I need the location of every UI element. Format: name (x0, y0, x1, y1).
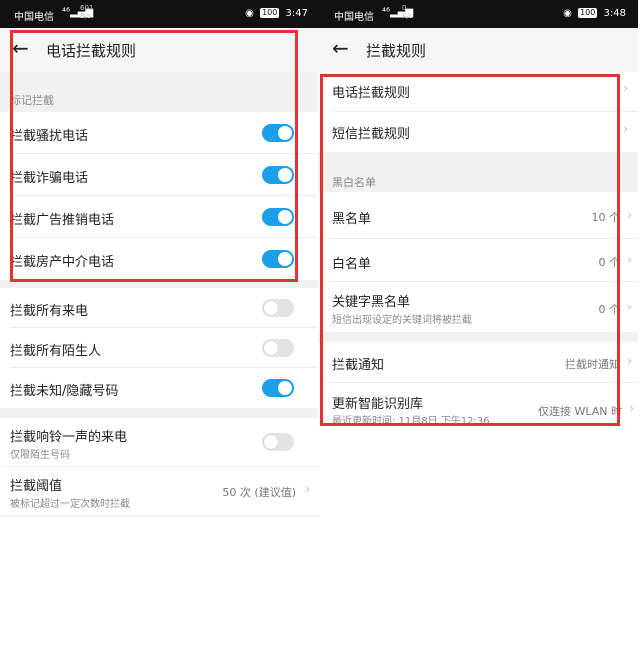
left-screen-lower: 拦截响铃一声的来电 仅限陌生号码 拦截阈值 被标记超过一定次数时拦截 50 次 … (0, 408, 320, 518)
row-label: 拦截所有陌生人 (10, 344, 102, 359)
right-screen: 中国电信 ⁴⁶▂▄▆ 0 K/s ◉ 100 3:48 ← 拦截规则 电话拦截规则… (318, 0, 638, 430)
row-label: 电话拦截规则 (332, 86, 411, 101)
toggle-switch[interactable] (262, 299, 294, 317)
row-label: 拦截骚扰电话 (10, 129, 89, 144)
row-label: 关键字黑名单 (332, 295, 411, 310)
row-sub: 仅限陌生号码 (10, 450, 70, 461)
clock: 3:47 (285, 8, 308, 19)
toggle-row-strangers[interactable]: 拦截所有陌生人 (0, 328, 320, 368)
toggle-switch[interactable] (262, 433, 294, 451)
status-bar: 中国电信 ⁴⁶▂▄▆ 0 K/s ◉ 100 3:48 (318, 0, 638, 28)
threshold-value: 50 次 (建议值) (222, 486, 296, 499)
blacklist-row[interactable]: 黑名单 10 个 › (318, 192, 638, 238)
row-value: 0 个 (598, 303, 621, 316)
notify-row[interactable]: 拦截通知 拦截时通知 › (318, 342, 638, 382)
toggle-switch[interactable] (262, 250, 294, 268)
row-value: 拦截时通知 (565, 358, 620, 371)
toggle-row-ads[interactable]: 拦截广告推销电话 (0, 196, 320, 238)
carrier-text: 中国电信 (334, 12, 374, 23)
row-label: 黑名单 (332, 212, 372, 227)
update-db-row[interactable]: 更新智能识别库 最近更新时间: 11月8日 下午12:36 仅连接 WLAN 时… (318, 383, 638, 430)
toggle-row-fraud[interactable]: 拦截诈骗电话 (0, 154, 320, 196)
row-label: 拦截房产中介电话 (10, 255, 115, 270)
section-header: 标记拦截 (0, 72, 320, 112)
row-label: 拦截响铃一声的来电 (10, 430, 128, 445)
section-gap (0, 408, 320, 418)
row-sub: 被标记超过一定次数时拦截 (10, 499, 130, 510)
rule-row-call[interactable]: 电话拦截规则 › (318, 72, 638, 112)
row-value: 0 个 (598, 256, 621, 269)
section-title: 标记拦截 (10, 94, 54, 107)
row-label: 拦截通知 (332, 358, 385, 373)
row-sub: 短信出现设定的关键词将被拦截 (332, 315, 472, 326)
eye-icon: ◉ (563, 8, 572, 19)
clock: 3:48 (603, 8, 626, 19)
back-arrow-icon[interactable]: ← (12, 38, 29, 58)
toggle-row-ring-once[interactable]: 拦截响铃一声的来电 仅限陌生号码 (0, 418, 320, 466)
chevron-right-icon: › (627, 253, 632, 267)
row-label: 拦截广告推销电话 (10, 213, 115, 228)
chevron-right-icon: › (627, 208, 632, 222)
row-label: 拦截所有来电 (10, 304, 89, 319)
network-speed: 0 K/s (402, 4, 413, 20)
page-title: 拦截规则 (366, 42, 427, 60)
row-value: 10 个 (591, 211, 621, 224)
section-title: 黑白名单 (332, 176, 376, 189)
chevron-right-icon: › (627, 300, 632, 314)
toggle-switch[interactable] (262, 166, 294, 184)
network-speed: 601 B/s (80, 4, 94, 20)
battery-icon: 100 (578, 8, 598, 18)
toggle-switch[interactable] (262, 124, 294, 142)
toggle-switch[interactable] (262, 339, 294, 357)
row-label: 拦截阈值 (10, 479, 63, 494)
toggle-row-agent[interactable]: 拦截房产中介电话 (0, 238, 320, 280)
row-value: 仅连接 WLAN 时 (537, 405, 622, 418)
section-gap (0, 280, 320, 288)
whitelist-row[interactable]: 白名单 0 个 › (318, 239, 638, 281)
status-right: ◉ 100 3:47 (245, 8, 308, 19)
status-right: ◉ 100 3:48 (563, 8, 626, 19)
header: ← 拦截规则 (318, 28, 638, 72)
eye-icon: ◉ (245, 8, 254, 19)
marked-list: 拦截骚扰电话 拦截诈骗电话 拦截广告推销电话 拦截房产中介电话 (0, 112, 320, 280)
status-bar: 中国电信 ⁴⁶▂▄▆ 601 B/s ◉ 100 3:47 (0, 0, 320, 28)
keyword-blacklist-row[interactable]: 关键字黑名单 短信出现设定的关键词将被拦截 0 个 › (318, 282, 638, 332)
header: ← 电话拦截规则 (0, 28, 320, 72)
toggle-switch[interactable] (262, 379, 294, 397)
chevron-right-icon: › (305, 482, 310, 496)
row-label: 白名单 (332, 257, 372, 272)
toggle-row-harass[interactable]: 拦截骚扰电话 (0, 112, 320, 154)
left-screen: 中国电信 ⁴⁶▂▄▆ 601 B/s ◉ 100 3:47 ← 电话拦截规则 标记… (0, 0, 320, 430)
toggle-switch[interactable] (262, 208, 294, 226)
chevron-right-icon: › (627, 354, 632, 368)
chevron-right-icon: › (629, 401, 634, 415)
section-gap (318, 332, 638, 342)
row-label: 拦截诈骗电话 (10, 171, 89, 186)
row-label: 拦截未知/隐藏号码 (10, 384, 119, 399)
toggle-row-all-calls[interactable]: 拦截所有来电 (0, 288, 320, 328)
rule-row-sms[interactable]: 短信拦截规则 › (318, 112, 638, 152)
back-arrow-icon[interactable]: ← (332, 38, 349, 58)
chevron-right-icon: › (623, 81, 628, 95)
page-title: 电话拦截规则 (46, 42, 137, 60)
battery-icon: 100 (260, 8, 280, 18)
row-label: 更新智能识别库 (332, 397, 424, 412)
carrier-text: 中国电信 (14, 12, 54, 23)
chevron-right-icon: › (623, 122, 628, 136)
threshold-row[interactable]: 拦截阈值 被标记超过一定次数时拦截 50 次 (建议值) › (0, 467, 320, 515)
toggle-row-hidden[interactable]: 拦截未知/隐藏号码 (0, 368, 320, 408)
section-header: 黑白名单 (318, 152, 638, 192)
row-label: 短信拦截规则 (332, 127, 411, 142)
row-sub: 最近更新时间: 11月8日 下午12:36 (332, 416, 490, 427)
